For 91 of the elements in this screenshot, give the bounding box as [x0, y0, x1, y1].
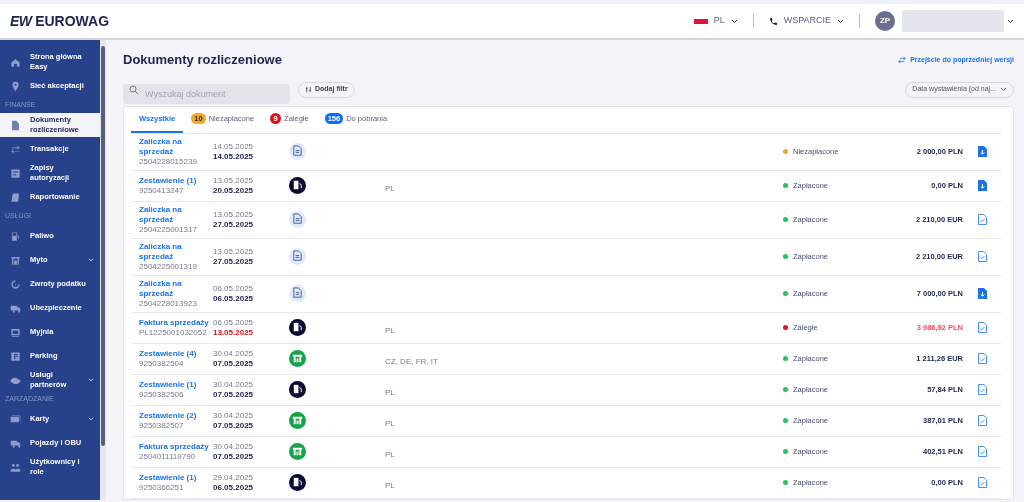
- issue-date: 30.04.2025: [213, 441, 255, 452]
- chevron-down-icon: [88, 258, 94, 262]
- document-name-link[interactable]: Zestawienie (4): [139, 348, 213, 359]
- chevron-down-icon: [730, 18, 738, 24]
- swap-arrows-icon: [898, 55, 907, 64]
- page-title: Dokumenty rozliczeniowe: [123, 51, 282, 69]
- document-check-icon[interactable]: [977, 214, 987, 225]
- gate-icon: [10, 254, 21, 266]
- issue-date: 30.04.2025: [213, 348, 255, 359]
- document-check-icon[interactable]: [977, 251, 987, 262]
- issue-date: 13.05.2025: [213, 175, 255, 186]
- logo-text: EUROWAG: [35, 11, 110, 31]
- issue-date: 30.04.2025: [213, 379, 255, 390]
- users-icon: [10, 461, 21, 473]
- document-check-icon[interactable]: [977, 477, 987, 488]
- document-name-link[interactable]: Faktura sprzedaży: [139, 317, 213, 328]
- phone-icon: [768, 16, 778, 26]
- document-check-icon[interactable]: [977, 353, 987, 364]
- chevron-down-icon: [88, 417, 94, 421]
- issue-date: 13.05.2025: [213, 246, 255, 257]
- document-number: 2504225001317: [139, 224, 198, 235]
- chevron-down-icon: [1000, 87, 1007, 92]
- country-codes: CZ, DE, FR, IT: [385, 356, 438, 366]
- home-icon: [10, 56, 21, 68]
- search-icon: [129, 84, 139, 95]
- due-date: 13.05.2025: [213, 327, 255, 338]
- document-name-link[interactable]: Zestawienie (1): [139, 175, 213, 186]
- language-selector[interactable]: PL: [693, 14, 738, 28]
- document-name-link[interactable]: Zaliczka na sprzedaż: [139, 204, 213, 225]
- due-date: 06.05.2025: [213, 293, 255, 304]
- parking-icon: [10, 350, 21, 362]
- issue-date: 30.04.2025: [213, 410, 255, 421]
- document-number: PL1225001032052: [139, 327, 208, 338]
- document-number: 9250413247: [139, 185, 185, 196]
- country-codes: PL: [385, 449, 395, 459]
- document-check-icon[interactable]: [977, 384, 987, 395]
- due-date: 27.05.2025: [213, 256, 255, 267]
- chevron-down-icon: [837, 18, 844, 24]
- download-document-icon[interactable]: [977, 146, 987, 157]
- search-field[interactable]: Wyszukaj dokument: [123, 83, 290, 104]
- issue-date: 06.05.2025: [213, 283, 255, 294]
- due-date: 07.05.2025: [213, 451, 255, 462]
- download-document-icon[interactable]: [977, 180, 987, 191]
- document-name-link[interactable]: Zestawienie (1): [139, 379, 213, 390]
- due-date: 07.05.2025: [213, 358, 255, 369]
- issue-date: 14.05.2025: [213, 141, 255, 152]
- due-date: 20.05.2025: [213, 185, 255, 196]
- document-name-link[interactable]: Zaliczka na sprzedaż: [139, 241, 213, 262]
- issue-date: 06.05.2025: [213, 317, 255, 328]
- due-date: 14.05.2025: [213, 151, 255, 162]
- document-name-link[interactable]: Zaliczka na sprzedaż: [139, 136, 213, 157]
- chevron-down-icon[interactable]: [1007, 18, 1014, 24]
- document-name-link[interactable]: Faktura sprzedaży: [139, 441, 213, 452]
- issue-date: 13.05.2025: [213, 209, 255, 220]
- document-check-icon[interactable]: [977, 322, 987, 333]
- country-codes: PL: [385, 387, 395, 397]
- document-check-icon[interactable]: [977, 446, 987, 457]
- document-number: 2504228013923: [139, 298, 198, 309]
- due-date: 07.05.2025: [213, 420, 255, 431]
- document-number: 2504228015239: [139, 156, 198, 167]
- chevron-down-icon: [88, 378, 94, 382]
- document-icon: [10, 119, 21, 131]
- document-name-link[interactable]: Zestawienie (2): [139, 410, 213, 421]
- document-number: 9250382504: [139, 358, 185, 369]
- document-number: 9250382506: [139, 389, 185, 400]
- user-avatar[interactable]: ZP: [875, 11, 895, 31]
- cards-icon: [10, 413, 21, 425]
- country-codes: PL: [385, 183, 395, 193]
- fuel-pump-icon: [10, 230, 21, 242]
- document-number: 2504225001319: [139, 261, 198, 272]
- due-date: 27.05.2025: [213, 219, 255, 230]
- country-codes: PL: [385, 325, 395, 335]
- flag-icon: [693, 18, 708, 24]
- document-name-link[interactable]: Zaliczka na sprzedaż: [139, 278, 213, 299]
- document-number: 2504011119790: [139, 451, 197, 462]
- document-check-icon[interactable]: [977, 415, 987, 426]
- support-menu[interactable]: WSPARCIE: [768, 14, 844, 28]
- document-name-link[interactable]: Zestawienie (1): [139, 472, 213, 483]
- swap-arrows-icon: [10, 143, 21, 155]
- document-number: 9250366251: [139, 482, 185, 493]
- due-date: 06.05.2025: [213, 482, 255, 493]
- country-codes: PL: [385, 480, 395, 490]
- logo-mark: EW: [10, 11, 32, 31]
- document-number: 9250382507: [139, 420, 185, 431]
- location-pin-icon: [10, 80, 21, 92]
- issue-date: 29.04.2025: [213, 472, 255, 483]
- due-date: 07.05.2025: [213, 389, 255, 400]
- country-codes: PL: [385, 418, 395, 428]
- download-document-icon[interactable]: [977, 288, 987, 299]
- list-icon: [10, 167, 21, 179]
- filter-sliders-icon: [305, 86, 312, 93]
